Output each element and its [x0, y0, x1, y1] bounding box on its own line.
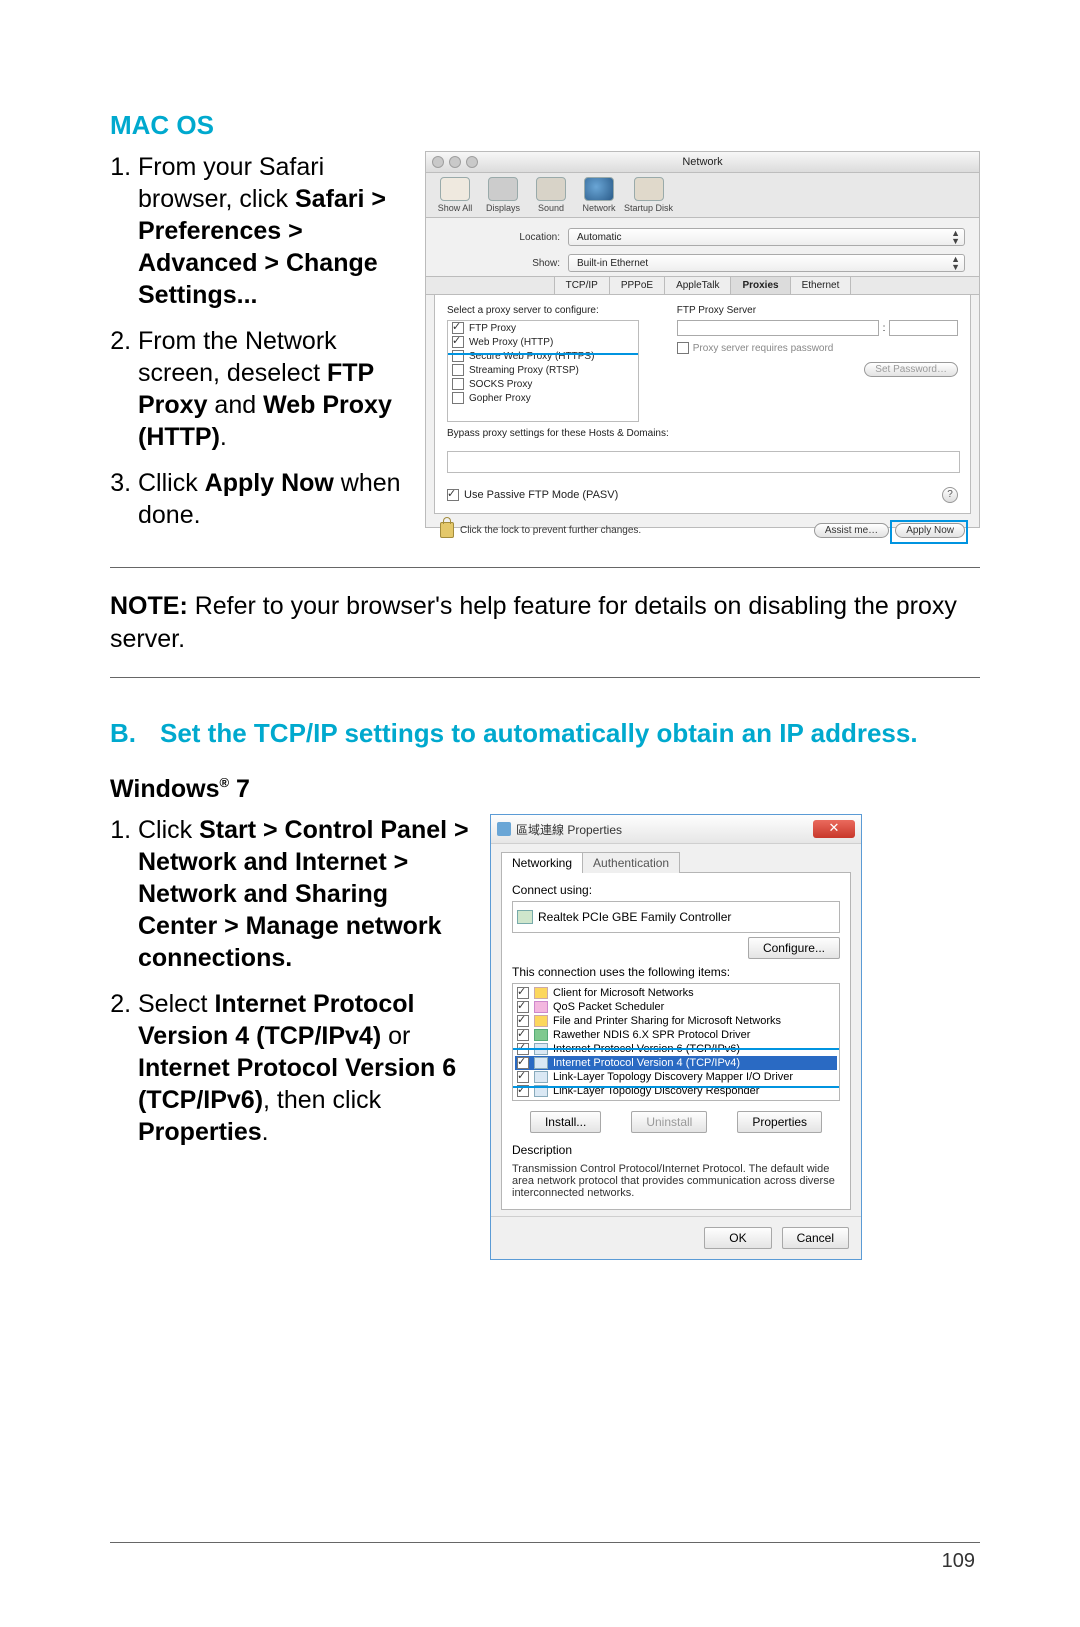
protocol-icon [534, 1043, 548, 1055]
location-label: Location: [440, 232, 560, 243]
gopher-proxy-checkbox[interactable] [452, 392, 464, 404]
apply-now-button[interactable]: Apply Now [895, 523, 965, 538]
streaming-proxy-checkbox[interactable] [452, 364, 464, 376]
tab-appletalk[interactable]: AppleTalk [665, 277, 731, 294]
configure-button[interactable]: Configure... [748, 937, 840, 959]
tab-pppoe[interactable]: PPPoE [610, 277, 665, 294]
proxy-password-checkbox[interactable] [677, 342, 689, 354]
toolbar-show-all[interactable]: Show All [432, 177, 478, 213]
windows-steps: Click Start > Control Panel > Network an… [110, 814, 470, 1162]
web-proxy-checkbox[interactable] [452, 336, 464, 348]
window-title: 區域連線 Properties [516, 821, 622, 838]
tab-authentication[interactable]: Authentication [582, 852, 680, 873]
lock-icon[interactable] [440, 522, 454, 538]
macos-heading: MAC OS [110, 110, 980, 141]
adapter-icon [497, 822, 511, 836]
proxy-list-caption: Select a proxy server to configure: [447, 305, 669, 316]
windows-heading: Windows® 7 [110, 775, 980, 804]
protocol-icon [534, 1057, 548, 1069]
service-icon [534, 1001, 548, 1013]
set-password-button[interactable]: Set Password… [864, 362, 958, 377]
ok-button[interactable]: OK [704, 1227, 771, 1249]
properties-button[interactable]: Properties [737, 1111, 822, 1133]
proxy-port-input[interactable] [889, 320, 958, 336]
connection-items-list[interactable]: Client for Microsoft Networks QoS Packet… [512, 983, 840, 1101]
install-button[interactable]: Install... [530, 1111, 601, 1133]
assist-button[interactable]: Assist me… [814, 523, 889, 538]
passive-ftp-checkbox[interactable] [447, 489, 459, 501]
toolbar-sound[interactable]: Sound [528, 177, 574, 213]
proxy-server-caption: FTP Proxy Server [677, 305, 958, 316]
client-icon [534, 987, 548, 999]
adapter-box: Realtek PCIe GBE Family Controller [512, 901, 840, 933]
page-number: 109 [942, 1550, 975, 1573]
macos-network-screenshot: Network Show All Displays Sound Network … [425, 151, 980, 528]
protocol-icon [534, 1029, 548, 1041]
protocol-icon [534, 1085, 548, 1097]
ftp-proxy-checkbox[interactable] [452, 322, 464, 334]
note-text: NOTE: Refer to your browser's help featu… [110, 590, 980, 655]
secure-web-proxy-checkbox[interactable] [452, 350, 464, 362]
proxy-host-input[interactable] [677, 320, 879, 336]
ipv4-row[interactable]: Internet Protocol Version 4 (TCP/IPv4) [515, 1056, 837, 1070]
toolbar-network[interactable]: Network [576, 177, 622, 213]
bypass-textarea[interactable] [447, 451, 960, 473]
bypass-label: Bypass proxy settings for these Hosts & … [447, 428, 669, 439]
section-b-heading: B. Set the TCP/IP settings to automatica… [110, 718, 980, 749]
description-label: Description [512, 1143, 840, 1157]
help-icon[interactable]: ? [942, 487, 958, 503]
windows-properties-screenshot: 區域連線 Properties ✕ Networking Authenticat… [490, 814, 862, 1260]
socks-proxy-checkbox[interactable] [452, 378, 464, 390]
tab-ethernet[interactable]: Ethernet [791, 277, 852, 294]
show-select[interactable]: Built-in Ethernet▲▼ [568, 254, 965, 272]
location-select[interactable]: Automatic▲▼ [568, 228, 965, 246]
cancel-button[interactable]: Cancel [782, 1227, 849, 1249]
window-title: Network [426, 152, 979, 173]
toolbar-startup-disk[interactable]: Startup Disk [624, 177, 673, 213]
proxy-list[interactable]: FTP Proxy Web Proxy (HTTP) Secure Web Pr… [447, 320, 639, 422]
macos-steps: From your Safari browser, click Safari >… [110, 151, 405, 545]
show-label: Show: [440, 258, 560, 269]
tab-networking[interactable]: Networking [501, 852, 583, 873]
toolbar-displays[interactable]: Displays [480, 177, 526, 213]
service-icon [534, 1015, 548, 1027]
tab-tcpip[interactable]: TCP/IP [554, 277, 610, 294]
description-text: Transmission Control Protocol/Internet P… [512, 1163, 840, 1199]
connect-using-label: Connect using: [512, 883, 840, 897]
window-controls[interactable] [432, 156, 478, 168]
network-adapter-icon [517, 910, 533, 924]
items-caption: This connection uses the following items… [512, 965, 840, 979]
close-button[interactable]: ✕ [813, 820, 855, 838]
tab-proxies[interactable]: Proxies [731, 277, 790, 294]
uninstall-button[interactable]: Uninstall [631, 1111, 707, 1133]
protocol-icon [534, 1071, 548, 1083]
